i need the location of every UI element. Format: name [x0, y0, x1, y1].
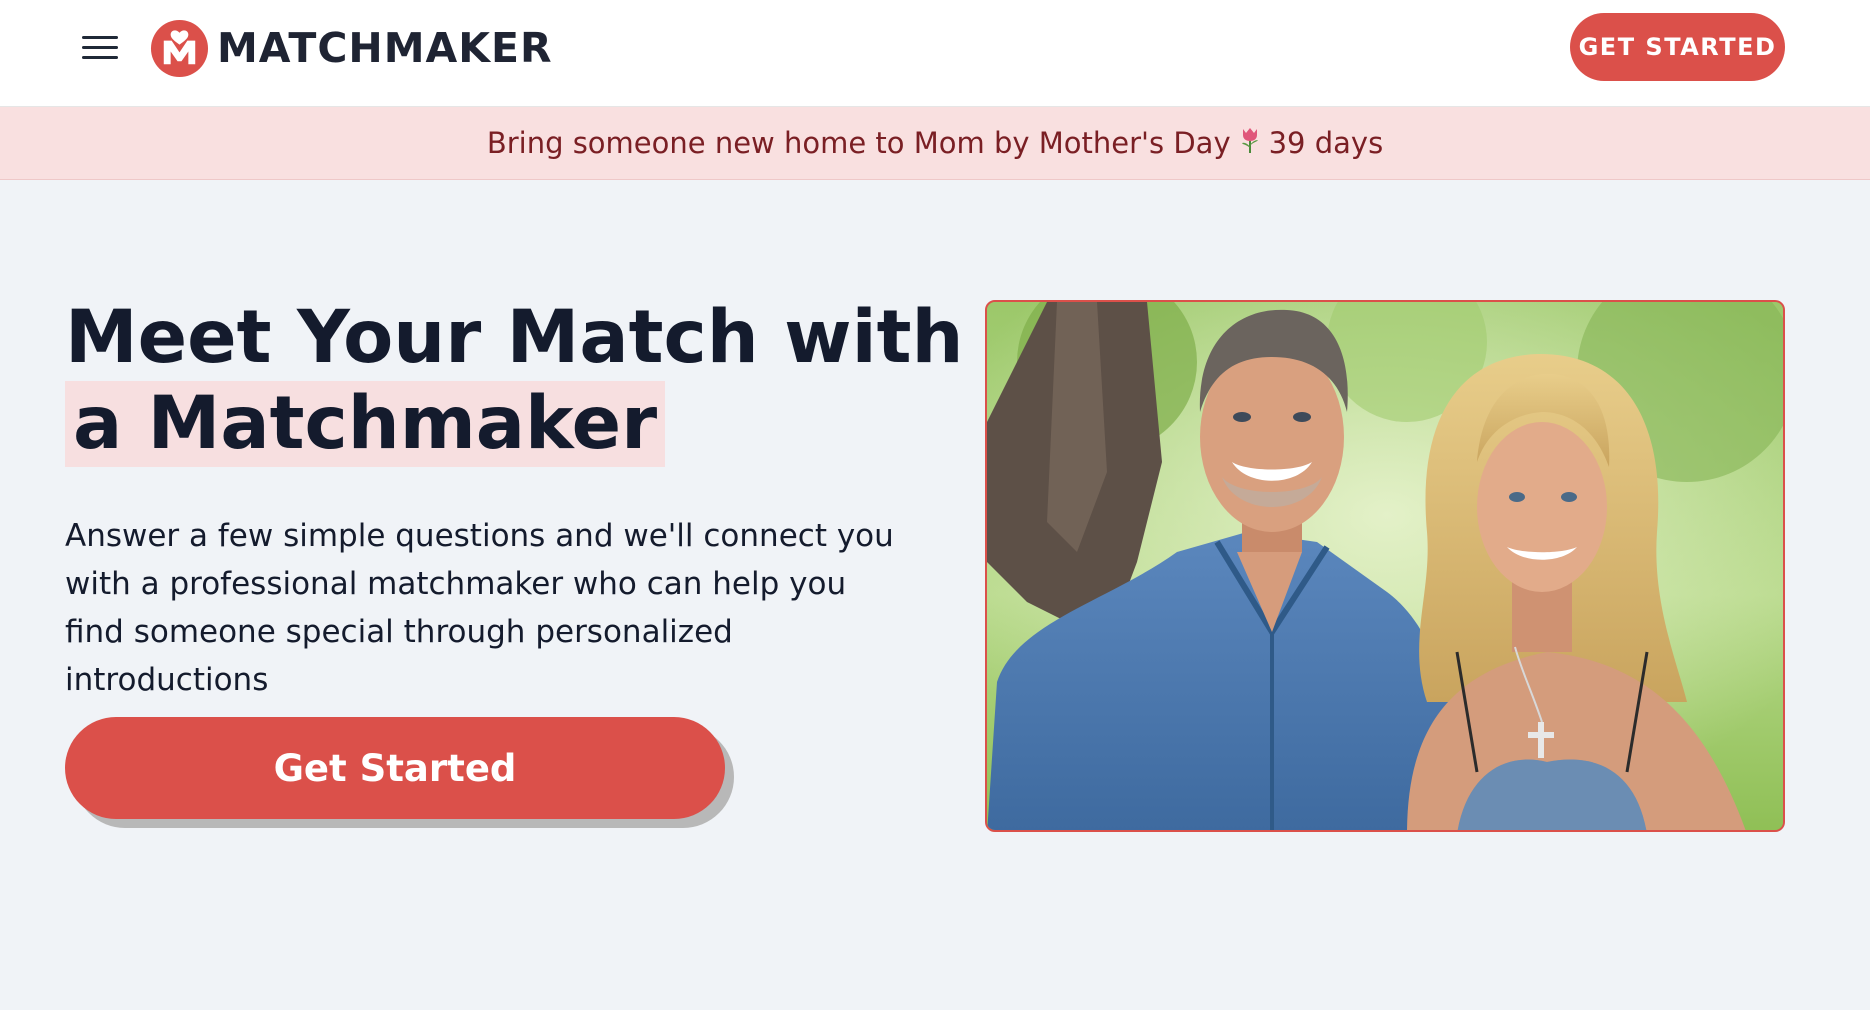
header-get-started-button[interactable]: GET STARTED: [1570, 13, 1785, 81]
site-header: MATCHMAKER GET STARTED: [0, 0, 1870, 107]
promo-banner: Bring someone new home to Mom by Mother'…: [0, 107, 1870, 180]
banner-countdown: 39 days: [1268, 126, 1384, 160]
hero-title-highlight: a Matchmaker: [65, 381, 666, 467]
banner-text: Bring someone new home to Mom by Mother'…: [486, 126, 1231, 160]
hero-cta-container: Get Started: [65, 717, 734, 828]
hamburger-menu-icon[interactable]: [80, 34, 120, 62]
tulip-icon: [1239, 126, 1261, 161]
hero-get-started-button[interactable]: Get Started: [65, 717, 725, 819]
site-logo[interactable]: MATCHMAKER: [150, 18, 553, 78]
hero-description: Answer a few simple questions and we'll …: [65, 518, 894, 698]
hero-title-line1: Meet Your Match with: [65, 295, 964, 380]
hero-couple-photo: [985, 300, 1785, 832]
matchmaker-heart-m-logo: [150, 19, 209, 77]
hero-title: Meet Your Match with a Matchmaker: [65, 295, 964, 467]
couple-illustration: [987, 302, 1783, 830]
logo-text: MATCHMAKER: [217, 24, 553, 72]
